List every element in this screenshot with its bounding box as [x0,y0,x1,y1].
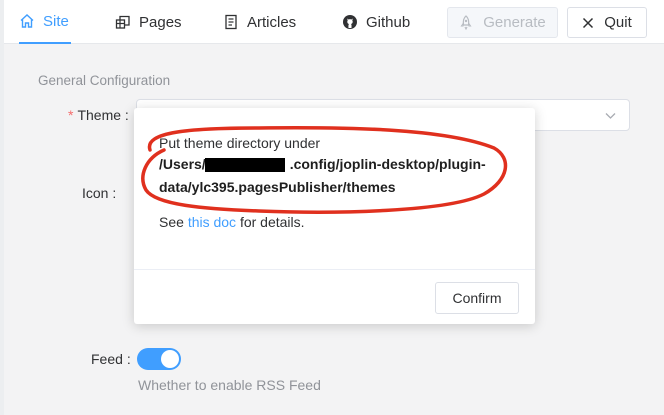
path-suffix: .config/joplin-desktop/plugin- [289,156,486,172]
doc-prefix: See [159,214,188,230]
tab-site[interactable]: Site [19,0,71,44]
pages-icon [115,15,130,29]
redaction-bar [205,158,285,172]
label-colon: : [126,351,131,367]
popover-doc-line: See this doc for details. [159,214,305,230]
tab-pages[interactable]: Pages [115,0,182,44]
popover-divider [134,269,535,270]
quit-label: Quit [604,14,632,31]
toggle-knob [161,350,179,368]
theme-help-popover: Put theme directory under /Users/ .config… [134,108,535,324]
confirm-button[interactable]: Confirm [435,282,519,314]
document-icon [225,14,237,30]
tab-github[interactable]: Github [342,0,410,44]
section-title: General Configuration [38,73,171,88]
tab-label: Site [43,12,69,30]
app-window: Site Pages Articles Github Generate Quit… [4,0,664,415]
feed-hint: Whether to enable RSS Feed [138,377,321,393]
feed-toggle[interactable] [137,348,181,370]
path-prefix: /Users/ [159,156,206,172]
feed-label: Feed : [91,351,131,367]
close-icon [583,17,594,28]
icon-label: Icon : [82,185,116,201]
label-colon: : [124,107,129,123]
home-icon [20,14,34,28]
quit-button[interactable]: Quit [567,7,647,38]
label-colon: : [112,185,117,201]
theme-label-text: Theme [77,107,122,123]
generate-label: Generate [483,14,546,31]
tab-label: Pages [139,13,182,31]
doc-suffix: for details. [236,214,305,230]
rocket-icon [460,15,472,30]
github-icon [343,15,357,29]
theme-path-line-2: data/ylc395.pagesPublisher/themes [159,179,396,195]
doc-link[interactable]: this doc [188,214,236,230]
required-mark: * [68,107,74,123]
popover-intro: Put theme directory under [159,135,321,151]
tab-label: Github [366,13,411,31]
top-navigation: Site Pages Articles Github Generate Quit [4,0,664,44]
icon-label-text: Icon [82,185,109,201]
feed-label-text: Feed [91,351,123,367]
tab-label: Articles [247,13,297,31]
chevron-down-icon [605,113,616,119]
generate-button[interactable]: Generate [447,7,558,38]
tab-articles[interactable]: Articles [223,0,296,44]
theme-label: * Theme : [68,107,129,123]
